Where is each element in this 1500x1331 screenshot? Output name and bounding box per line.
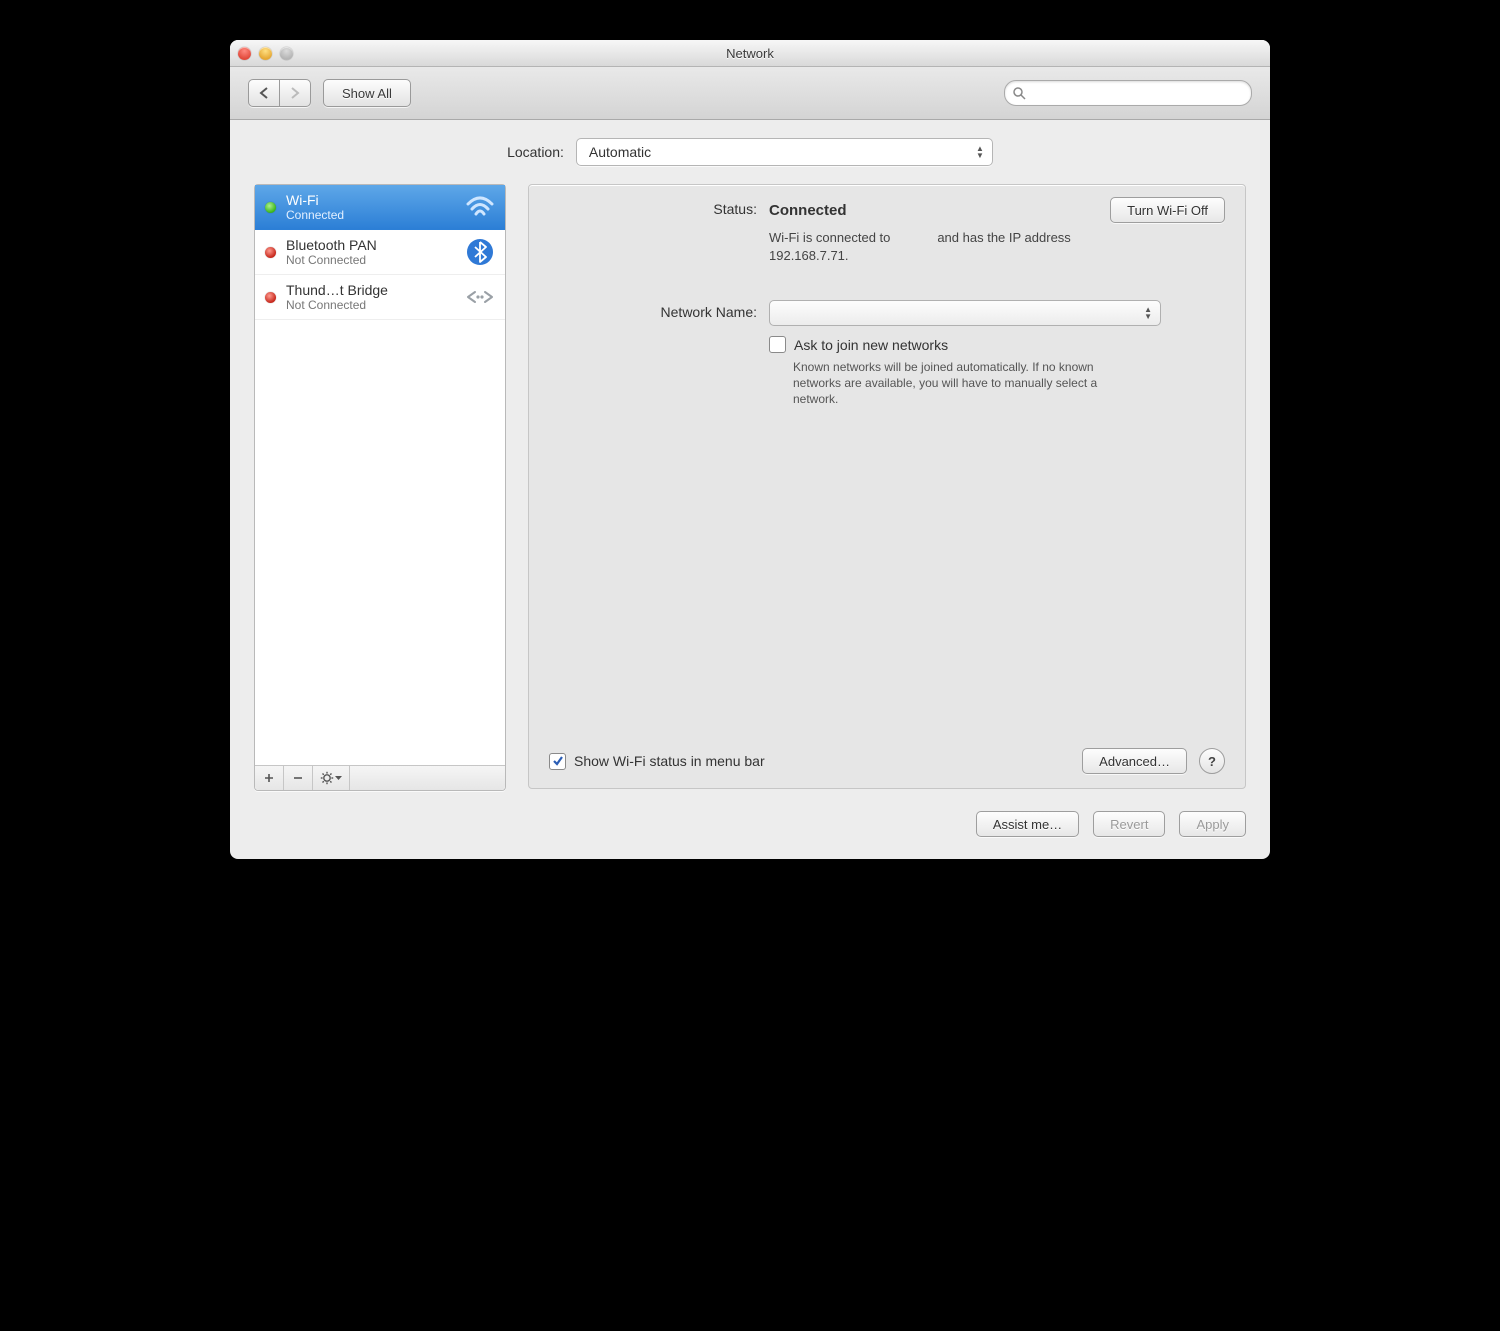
- status-dot-icon: [265, 202, 276, 213]
- show-in-menubar-checkbox[interactable]: Show Wi-Fi status in menu bar: [549, 753, 765, 770]
- status-description: Wi-Fi is connected to and has the IP add…: [769, 229, 1139, 264]
- show-all-button[interactable]: Show All: [323, 79, 411, 107]
- status-dot-icon: [265, 292, 276, 303]
- advanced-button[interactable]: Advanced…: [1082, 748, 1187, 774]
- search-input[interactable]: [1032, 85, 1243, 102]
- search-icon: [1013, 87, 1026, 100]
- services-sidebar: Wi-Fi Connected: [254, 184, 506, 791]
- show-in-menubar-label: Show Wi-Fi status in menu bar: [574, 753, 765, 769]
- network-preferences-window: Network Show All Location: Automatic: [230, 40, 1270, 859]
- service-item-bluetooth[interactable]: Bluetooth PAN Not Connected: [255, 230, 505, 275]
- service-name: Thund…t Bridge: [286, 282, 455, 298]
- service-name: Bluetooth PAN: [286, 237, 455, 253]
- sidebar-footer: [255, 765, 505, 790]
- service-status: Not Connected: [286, 253, 455, 267]
- network-name-label: Network Name:: [549, 300, 769, 320]
- bluetooth-icon: [465, 237, 495, 267]
- footer-buttons: Assist me… Revert Apply: [254, 811, 1246, 837]
- status-dot-icon: [265, 247, 276, 258]
- titlebar[interactable]: Network: [230, 40, 1270, 67]
- chevron-updown-icon: ▲▼: [976, 146, 984, 159]
- toolbar: Show All: [230, 67, 1270, 120]
- turn-wifi-off-button[interactable]: Turn Wi-Fi Off: [1110, 197, 1225, 223]
- revert-button[interactable]: Revert: [1093, 811, 1165, 837]
- forward-button[interactable]: [279, 79, 311, 107]
- thunderbolt-bridge-icon: [465, 282, 495, 312]
- checkbox-icon: [769, 336, 786, 353]
- service-actions-button[interactable]: [313, 766, 350, 790]
- nav-buttons: [248, 79, 311, 107]
- remove-service-button[interactable]: [284, 766, 313, 790]
- location-label: Location:: [507, 144, 564, 160]
- ask-join-checkbox[interactable]: Ask to join new networks: [769, 336, 1225, 353]
- ask-join-description: Known networks will be joined automatica…: [793, 359, 1133, 408]
- apply-button[interactable]: Apply: [1179, 811, 1246, 837]
- checkbox-icon: [549, 753, 566, 770]
- status-label: Status:: [549, 197, 769, 217]
- service-status: Connected: [286, 208, 455, 222]
- service-status: Not Connected: [286, 298, 455, 312]
- services-list: Wi-Fi Connected: [255, 185, 505, 765]
- help-button[interactable]: ?: [1199, 748, 1225, 774]
- service-item-thunderbolt-bridge[interactable]: Thund…t Bridge Not Connected: [255, 275, 505, 320]
- location-select[interactable]: Automatic ▲▼: [576, 138, 993, 166]
- search-field[interactable]: [1004, 80, 1252, 106]
- service-detail-pane: Status: Connected Turn Wi-Fi Off Wi-Fi i…: [528, 184, 1246, 789]
- content-area: Location: Automatic ▲▼ Wi-Fi Connected: [230, 120, 1270, 859]
- assist-me-button[interactable]: Assist me…: [976, 811, 1079, 837]
- status-value: Connected: [769, 202, 847, 219]
- network-name-select[interactable]: ▲▼: [769, 300, 1161, 326]
- wifi-icon: [465, 192, 495, 222]
- chevron-updown-icon: ▲▼: [1144, 307, 1152, 320]
- window-title: Network: [230, 46, 1270, 61]
- location-value: Automatic: [589, 144, 651, 160]
- back-button[interactable]: [248, 79, 280, 107]
- service-name: Wi-Fi: [286, 192, 455, 208]
- ask-join-label: Ask to join new networks: [794, 337, 948, 353]
- add-service-button[interactable]: [255, 766, 284, 790]
- service-item-wifi[interactable]: Wi-Fi Connected: [255, 185, 505, 230]
